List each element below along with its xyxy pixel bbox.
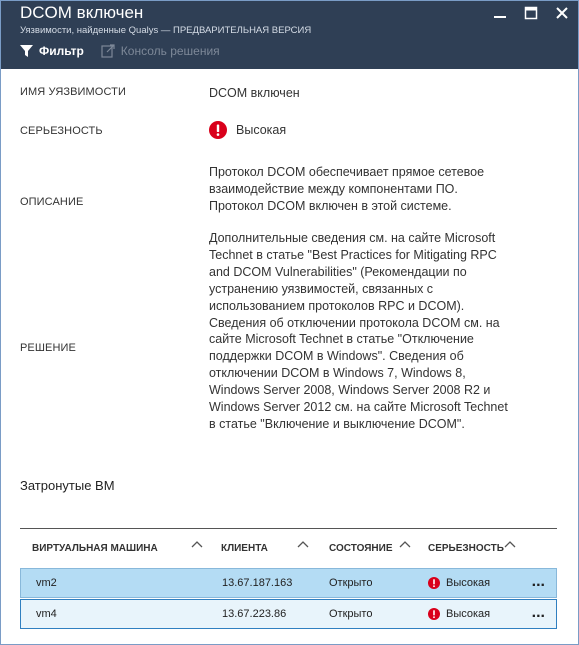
blade-title: DCOM включен [20,3,144,22]
cell-vm: vm2 [36,577,57,589]
blade-toolbar: Фильтр Консоль решения [20,44,220,58]
solution-label: РЕШЕНИЕ [20,342,76,354]
solution-console-button[interactable]: Консоль решения [101,44,220,58]
minimize-icon [494,16,506,18]
chevron-up-icon[interactable] [399,540,411,548]
filter-icon [20,45,33,57]
affected-vms-title: Затронутые ВМ [20,478,115,493]
cell-vm: vm4 [36,608,57,620]
chevron-up-icon[interactable] [191,540,203,548]
error-circle-icon [209,121,227,139]
column-header-client[interactable]: КЛИЕНТА [221,529,268,567]
vulnerability-name-value: DCOM включен [209,86,300,100]
close-icon [556,7,568,19]
solution-value: Дополнительные сведения см. на сайте Mic… [209,231,508,431]
column-header-vm[interactable]: ВИРТУАЛЬНАЯ МАШИНА [32,529,158,567]
cell-severity-text: Высокая [446,608,491,620]
description-value: Протокол DCOM обеспечивает прямое сетево… [209,165,485,213]
maximize-icon [524,6,538,20]
row-more-button[interactable]: ... [532,574,545,590]
blade-subtitle: Уязвимости, найденные Qualys — ПРЕДВАРИТ… [20,25,312,36]
cell-severity: Высокая [428,569,490,597]
column-header-state[interactable]: СОСТОЯНИЕ [329,529,393,567]
column-header-vm-label: ВИРТУАЛЬНАЯ МАШИНА [32,542,158,554]
cell-severity: Высокая [428,600,490,628]
chevron-up-icon[interactable] [297,540,309,548]
external-link-icon [101,44,115,58]
blade-header: DCOM включен Уязвимости, найденные Qualy… [1,1,578,69]
error-circle-icon [428,577,440,589]
window-controls [492,5,570,21]
maximize-button[interactable] [523,5,539,21]
column-header-severity-label: СЕРЬЕЗНОСТЬ [428,542,504,554]
cell-severity-text: Высокая [446,577,491,589]
table-row[interactable]: vm4 13.67.223.86 Открыто Высокая ... [20,599,557,629]
filter-button[interactable]: Фильтр [20,44,84,58]
error-circle-icon [428,608,440,620]
column-header-severity[interactable]: СЕРЬЕЗНОСТЬ [428,529,504,567]
cell-client: 13.67.223.86 [222,608,287,620]
close-button[interactable] [554,5,570,21]
cell-client: 13.67.187.163 [222,577,293,589]
solution-console-label: Консоль решения [120,44,220,58]
vulnerability-name-label: ИМЯ УЯЗВИМОСТИ [20,86,126,98]
severity-label: СЕРЬЕЗНОСТЬ [20,125,103,137]
filter-button-label: Фильтр [39,44,84,58]
severity-value: Высокая [209,121,286,139]
chevron-up-icon[interactable] [504,540,516,548]
vulnerability-blade: DCOM включен Уязвимости, найденные Qualy… [0,0,579,645]
cell-state: Открыто [329,608,373,620]
description-label: ОПИСАНИЕ [20,196,84,208]
table-row[interactable]: vm2 13.67.187.163 Открыто Высокая ... [20,568,557,598]
column-header-state-label: СОСТОЯНИЕ [329,542,393,554]
severity-text: Высокая [236,122,287,137]
affected-vms-grid: ВИРТУАЛЬНАЯ МАШИНА КЛИЕНТА СОСТОЯНИЕ СЕР… [20,528,557,629]
column-header-client-label: КЛИЕНТА [221,542,268,554]
row-more-button[interactable]: ... [532,605,545,621]
minimize-button[interactable] [492,5,508,21]
cell-state: Открыто [329,577,373,589]
grid-header-row: ВИРТУАЛЬНАЯ МАШИНА КЛИЕНТА СОСТОЯНИЕ СЕР… [20,529,557,567]
